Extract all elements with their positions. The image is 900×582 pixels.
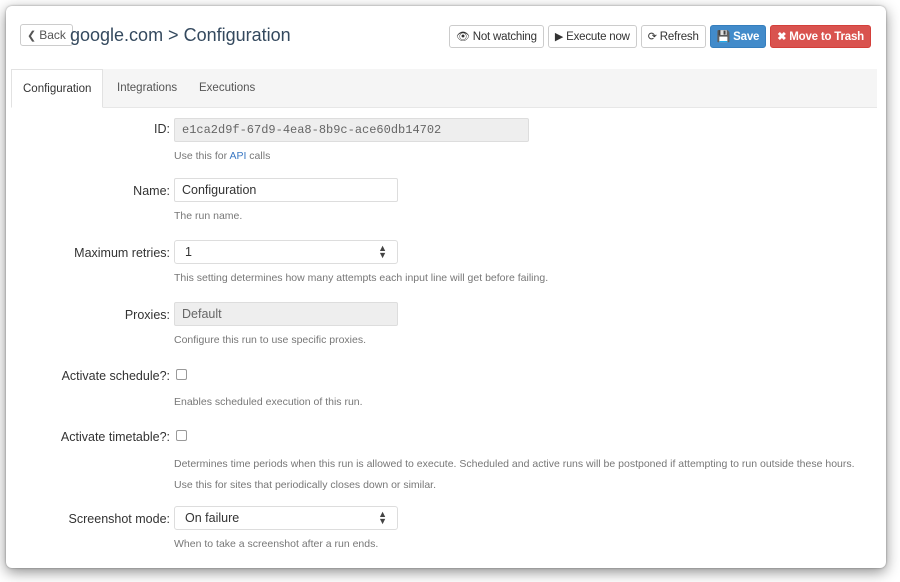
schedule-help: Enables scheduled execution of this run. (174, 396, 363, 408)
id-help: Use this for API calls (174, 146, 864, 167)
retries-value: 1 (185, 245, 192, 259)
save-label: Save (733, 30, 760, 43)
refresh-button[interactable]: ⟳ Refresh (640, 25, 706, 48)
name-field[interactable]: Configuration (174, 178, 398, 202)
back-button[interactable]: ❮ Back (20, 24, 73, 46)
app-window: ❮ Back google.com > Configuration 👁 Not … (6, 6, 886, 568)
play-icon: ▶ (554, 31, 564, 43)
retries-help: This setting determines how many attempt… (174, 272, 549, 284)
timetable-checkbox[interactable] (176, 430, 187, 441)
watch-button[interactable]: 👁 Not watching (448, 25, 544, 48)
id-help-suffix: calls (246, 150, 271, 162)
timetable-label: Activate timetable?: (60, 430, 170, 444)
refresh-label: Refresh (659, 30, 699, 43)
eye-slash-icon: 👁 (455, 31, 470, 43)
name-help: The run name. (174, 210, 243, 222)
back-button-label: Back (39, 28, 66, 42)
save-button[interactable]: 💾 Save (709, 25, 767, 48)
retries-select[interactable]: 1 ▲ ▼ (174, 240, 398, 264)
proxies-label: Proxies: (124, 308, 170, 322)
floppy-disk-icon: 💾 (716, 31, 731, 43)
select-arrows-icon: ▲ ▼ (378, 509, 387, 526)
id-field[interactable]: e1ca2d9f-67d9-4ea8-8b9c-ace60db14702 (174, 118, 529, 142)
move-to-trash-label: Move to Trash (789, 30, 864, 43)
breadcrumb: google.com > Configuration (70, 25, 291, 45)
id-label: ID: (154, 122, 170, 136)
chevron-left-icon: ❮ (27, 29, 37, 42)
close-icon: ✖ (777, 31, 787, 43)
refresh-icon: ⟳ (647, 31, 657, 43)
tab-integrations[interactable]: Integrations (106, 69, 188, 107)
proxies-help: Configure this run to use specific proxi… (174, 334, 367, 346)
screenshot-value: On failure (185, 511, 240, 525)
tab-executions[interactable]: Executions (188, 69, 266, 107)
screenshot-select[interactable]: On failure ▲ ▼ (174, 506, 398, 530)
move-to-trash-button[interactable]: ✖ Move to Trash (770, 25, 871, 48)
watch-button-label: Not watching (472, 30, 537, 43)
screenshot-help: When to take a screenshot after a run en… (174, 538, 379, 550)
execute-now-label: Execute now (566, 30, 630, 43)
schedule-checkbox[interactable] (176, 369, 187, 380)
screenshot-label: Screenshot mode: (68, 512, 170, 526)
tab-configuration[interactable]: Configuration (11, 69, 104, 108)
page-header: ❮ Back google.com > Configuration 👁 Not … (6, 6, 886, 66)
name-label: Name: (133, 184, 170, 198)
select-arrows-icon: ▲ ▼ (378, 243, 387, 260)
api-link[interactable]: API (229, 150, 246, 162)
id-help-prefix: Use this for (174, 150, 230, 162)
timetable-help: Determines time periods when this run is… (174, 458, 855, 491)
schedule-label: Activate schedule?: (61, 369, 170, 383)
retries-label: Maximum retries: (74, 246, 170, 260)
proxies-field[interactable]: Default (174, 302, 398, 326)
execute-now-button[interactable]: ▶ Execute now (547, 25, 637, 48)
tab-bar: Configuration Integrations Executions (11, 69, 877, 108)
header-actions: 👁 Not watching ▶ Execute now ⟳ Refresh 💾… (448, 25, 871, 48)
